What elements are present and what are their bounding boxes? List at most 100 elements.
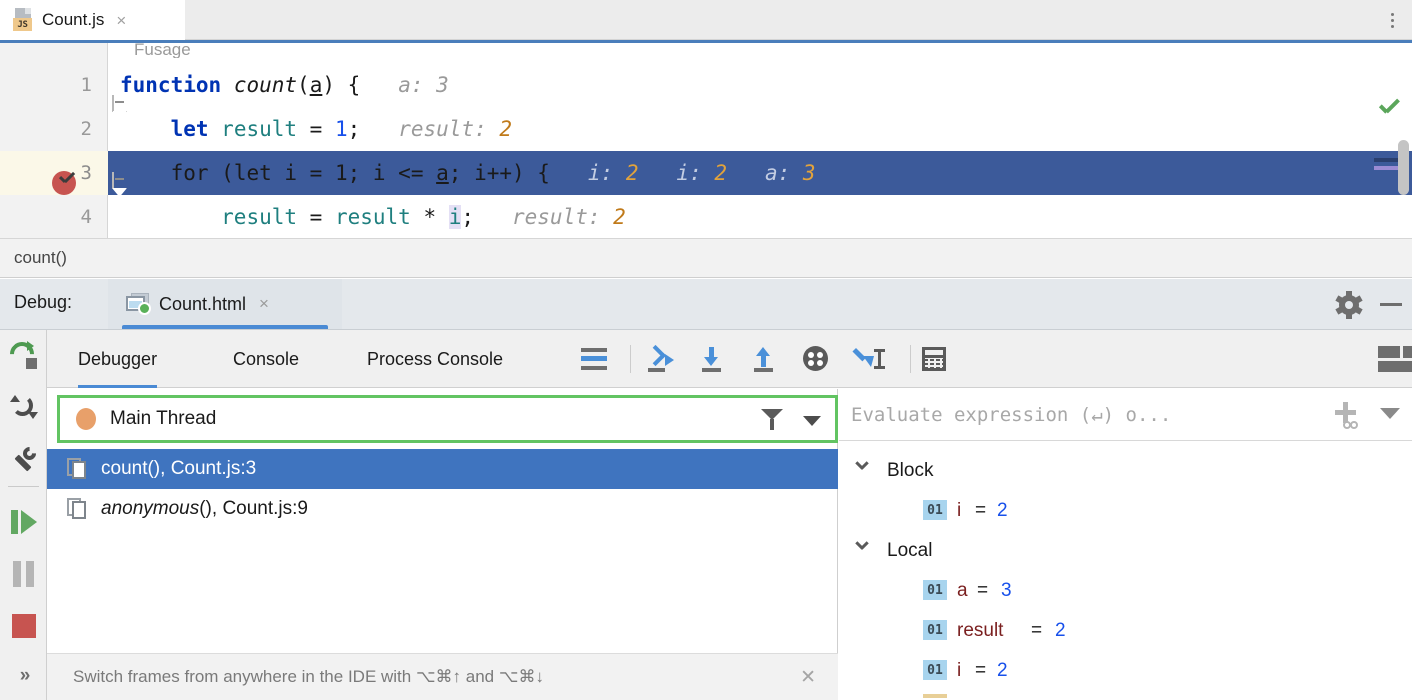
- rail-divider: [8, 486, 39, 487]
- frame-row-anonymous[interactable]: anonymous (), Count.js:9: [47, 489, 838, 529]
- stop-icon: [11, 614, 36, 638]
- code-token: ;: [461, 205, 475, 229]
- primitive-value-badge: 01: [923, 500, 947, 520]
- editor-tab-bar: JS Count.js ×: [0, 0, 1412, 40]
- inline-hint-value: 2: [499, 117, 513, 141]
- evaluate-expression-input[interactable]: Evaluate expression (↵) o...: [851, 404, 1171, 426]
- line-number: 3: [80, 162, 92, 184]
- evaluate-expression-bar[interactable]: Evaluate expression (↵) o...: [839, 389, 1412, 441]
- frames-panel: Main Thread count() , Count.js:3 anonymo…: [47, 389, 838, 700]
- var-name: i: [957, 660, 962, 681]
- inline-hint-name: i:: [587, 161, 614, 185]
- code-line-1[interactable]: 1 function count(a) { a: 3: [0, 63, 1412, 120]
- thread-selector[interactable]: Main Thread: [57, 395, 838, 443]
- inline-hint-name: result:: [398, 117, 487, 141]
- force-step-into-icon[interactable]: [802, 346, 830, 372]
- debug-session-tab-label: Count.html: [159, 293, 247, 314]
- close-icon[interactable]: ×: [116, 12, 126, 29]
- pause-icon: [12, 561, 35, 587]
- breakpoint-icon[interactable]: [52, 171, 78, 197]
- var-row-local-a[interactable]: 01 a = 3: [839, 571, 1412, 611]
- close-icon[interactable]: ×: [259, 294, 269, 314]
- inline-hint-name: a:: [398, 73, 424, 97]
- show-frames-icon[interactable]: [580, 346, 608, 372]
- frame-row-count[interactable]: count() , Count.js:3: [47, 449, 838, 489]
- evaluate-expression-icon[interactable]: [920, 346, 948, 372]
- var-value: 2: [997, 660, 1008, 681]
- var-row-block-i[interactable]: 01 i = 2: [839, 491, 1412, 531]
- tab-console[interactable]: Console: [233, 330, 299, 388]
- var-group-block[interactable]: Block: [839, 451, 1412, 491]
- layout-settings-icon[interactable]: [1378, 344, 1412, 374]
- filter-icon[interactable]: [761, 409, 783, 431]
- chevron-down-icon[interactable]: [1380, 408, 1400, 419]
- inspection-ok-icon[interactable]: [1378, 98, 1400, 120]
- editor-scrollbar-thumb[interactable]: [1398, 140, 1409, 195]
- rerun-button[interactable]: [0, 330, 47, 380]
- debug-session-tab-count-html[interactable]: Count.html ×: [108, 279, 342, 329]
- pause-program-button[interactable]: [0, 549, 47, 599]
- restart-frame-button[interactable]: [0, 382, 47, 432]
- var-row-local-result[interactable]: 01 result = 2: [839, 611, 1412, 651]
- tab-process-console[interactable]: Process Console: [367, 330, 503, 388]
- stop-button[interactable]: [0, 601, 47, 651]
- resume-program-button[interactable]: [0, 497, 47, 547]
- chevron-down-icon[interactable]: [855, 544, 869, 554]
- more-actions-button[interactable]: »: [0, 651, 47, 700]
- step-out-icon[interactable]: [750, 346, 778, 372]
- code-token: result: [221, 205, 298, 229]
- code-line-4[interactable]: 4 result = result * i; result: 2: [0, 195, 1412, 238]
- rerun-icon: [5, 336, 39, 371]
- inline-hint-value: 2: [613, 205, 626, 229]
- run-to-cursor-icon[interactable]: [852, 346, 885, 372]
- code-token: ; i++) {: [448, 161, 550, 185]
- primitive-value-badge: 01: [923, 580, 947, 600]
- breadcrumb[interactable]: count(): [0, 238, 1412, 278]
- gear-icon[interactable]: [1335, 291, 1363, 319]
- inline-hint-name: result:: [512, 205, 601, 229]
- ide-window: JS Count.js × Fusage 1 function count(a)…: [0, 0, 1412, 700]
- code-token: let: [233, 161, 272, 185]
- var-name: a: [957, 580, 968, 601]
- var-equals: =: [977, 580, 989, 601]
- var-group-local[interactable]: Local: [839, 531, 1412, 571]
- var-row-local-i[interactable]: 01 i = 2: [839, 651, 1412, 691]
- debug-settings-button[interactable]: [0, 434, 47, 484]
- code-token: a: [436, 161, 449, 185]
- var-value: 3: [1001, 580, 1012, 601]
- editor-tab-label: Count.js: [42, 10, 105, 29]
- inline-hint-value: 2: [625, 161, 639, 185]
- code-token: ) {: [322, 73, 361, 97]
- step-over-icon[interactable]: [644, 344, 674, 372]
- code-token: =: [297, 205, 335, 229]
- variables-panel: Evaluate expression (↵) o... Block 01 i …: [839, 389, 1412, 700]
- editor-tab-count-js[interactable]: JS Count.js ×: [0, 0, 185, 40]
- code-line-3[interactable]: for (let i = 1; i <= a; i++) { i: 2 i: 2…: [108, 151, 1412, 197]
- chevron-down-icon[interactable]: [803, 416, 821, 426]
- code-token: result: [221, 117, 298, 141]
- add-watch-icon[interactable]: [1332, 402, 1360, 430]
- step-into-icon[interactable]: [698, 346, 726, 372]
- chevron-down-icon[interactable]: [855, 464, 869, 474]
- var-equals: =: [975, 660, 987, 681]
- tab-console-label: Console: [233, 348, 300, 369]
- inline-hint-name: i:: [676, 161, 702, 185]
- code-token: 1: [334, 117, 348, 141]
- toolbar-divider: [910, 345, 911, 373]
- thread-name-label: Main Thread: [110, 408, 217, 429]
- code-line-2[interactable]: 2 let result = 1; result: 2: [0, 107, 1412, 151]
- kebab-menu-icon[interactable]: [1380, 8, 1404, 32]
- minimize-icon[interactable]: [1380, 303, 1402, 306]
- tab-debugger[interactable]: Debugger: [78, 330, 158, 388]
- close-icon[interactable]: ✕: [800, 666, 816, 689]
- frames-hint-bar: Switch frames from anywhere in the IDE w…: [47, 653, 838, 700]
- code-editor[interactable]: Fusage 1 function count(a) { a: 3 2 let …: [0, 40, 1412, 238]
